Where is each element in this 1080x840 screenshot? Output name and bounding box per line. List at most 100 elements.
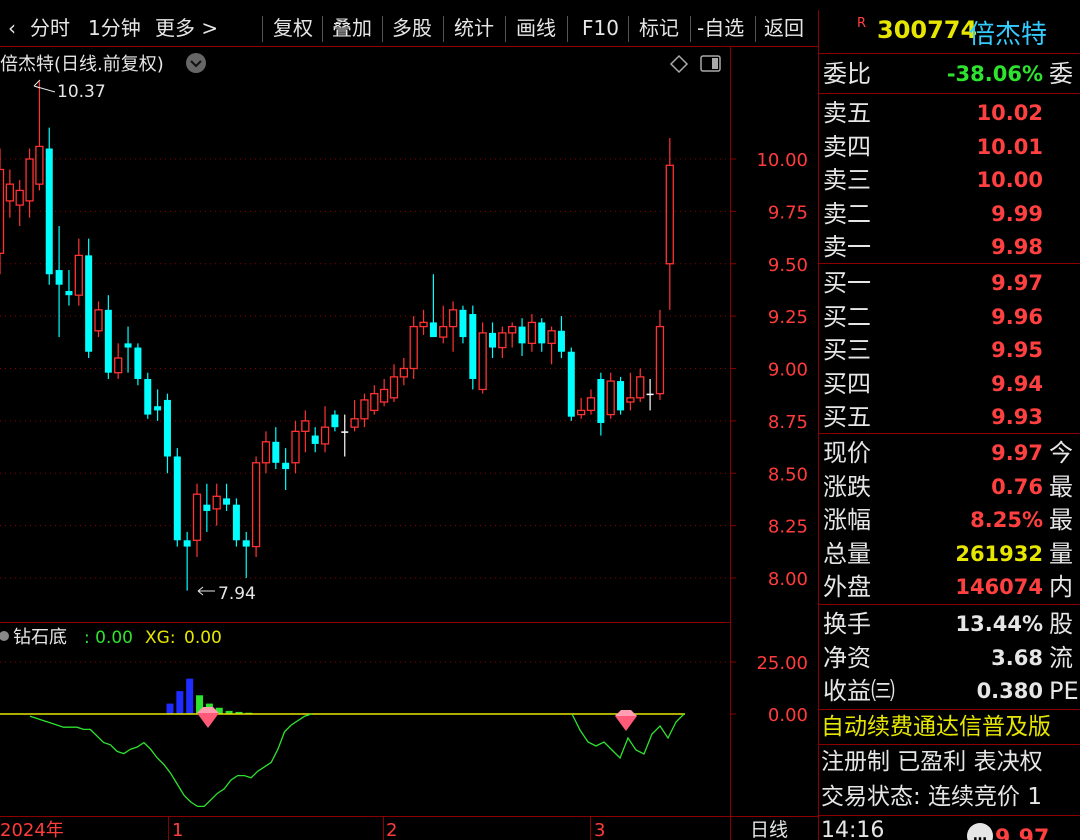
diamond-icon[interactable] bbox=[669, 54, 689, 74]
f10-button[interactable]: F10 bbox=[582, 10, 619, 46]
stat-row-label: 涨跌 bbox=[823, 472, 871, 501]
stat-row: 外盘 146074 内 bbox=[819, 570, 1080, 604]
indicator-gear-icon[interactable] bbox=[0, 631, 9, 641]
indicator-axis: 25.00 0.00 bbox=[730, 653, 808, 726]
tab-intraday[interactable]: 分时 bbox=[30, 10, 70, 46]
price-tick-label: 8.75 bbox=[768, 412, 808, 433]
candle-body-down bbox=[183, 540, 191, 547]
fin-row-extra: PE bbox=[1049, 677, 1079, 705]
ask-row-value: 10.00 bbox=[976, 168, 1043, 192]
indicator-bar bbox=[176, 691, 184, 714]
ask-row-value: 10.01 bbox=[976, 134, 1043, 159]
panel-divider bbox=[819, 815, 1080, 816]
quote-panel: R 300774 倍杰特 委比 -38.06% 委 卖五 10.02 卖四 10.01… bbox=[818, 10, 1080, 840]
toolbar-divider bbox=[567, 16, 568, 42]
stat-row-value: 0.76 bbox=[991, 474, 1043, 499]
candle-body-up bbox=[192, 493, 202, 541]
indicator-name: 钻石底 bbox=[13, 627, 67, 648]
high-price-label: 10.37 bbox=[57, 82, 106, 102]
candle-body-down bbox=[331, 414, 339, 428]
ask-row-label: 卖三 bbox=[823, 166, 871, 194]
candle-body-up bbox=[114, 357, 123, 374]
stat-row-extra: 量 bbox=[1049, 539, 1073, 568]
last-time: 14:16 bbox=[821, 818, 885, 840]
stat-row-extra: 最 bbox=[1049, 472, 1073, 501]
candle-body-down bbox=[311, 435, 319, 444]
ask-row: 卖五 10.02 bbox=[819, 96, 1080, 130]
chevron-left-icon[interactable]: ‹ bbox=[8, 10, 16, 46]
candle-body-down bbox=[617, 381, 625, 411]
back-button[interactable]: 返回 bbox=[764, 10, 804, 46]
candles bbox=[0, 81, 674, 591]
bid-row-value: 9.94 bbox=[991, 371, 1043, 396]
fin-row-label: 净资 bbox=[823, 643, 871, 672]
period-label[interactable]: 日线 bbox=[750, 819, 788, 840]
time-label-feb: 2 bbox=[386, 820, 397, 840]
candle-body-up bbox=[0, 168, 5, 254]
adjust-button[interactable]: 复权 bbox=[273, 10, 313, 46]
candle-body-up bbox=[547, 330, 556, 345]
stat-row-extra: 最 bbox=[1049, 506, 1073, 534]
kline-chart[interactable]: 倍杰特(日线.前复权) 10.009.759.509.259.008.758.5… bbox=[0, 46, 818, 840]
chat-bubble-icon[interactable]: … bbox=[967, 823, 993, 840]
candle-body-down bbox=[232, 504, 240, 541]
indicator-key-2: XG: bbox=[145, 628, 176, 648]
toolbar-divider bbox=[628, 16, 629, 42]
panel-divider bbox=[819, 53, 1080, 54]
time-label-mar: 3 bbox=[594, 820, 605, 840]
fin-row: 收益㈢ 0.380 PE bbox=[819, 674, 1080, 708]
remove-watchlist-button[interactable]: -自选 bbox=[697, 10, 744, 46]
candle-body-up bbox=[665, 164, 674, 265]
tab-1min[interactable]: 1分钟 bbox=[88, 10, 141, 46]
chevron-down-icon[interactable] bbox=[186, 53, 206, 73]
stat-row-label: 外盘 bbox=[823, 573, 871, 601]
ratio-value: -38.06% bbox=[946, 62, 1043, 86]
indicator-tick-label: 0.00 bbox=[768, 705, 808, 726]
statistics-button[interactable]: 统计 bbox=[454, 10, 494, 46]
candle-body-down bbox=[124, 343, 132, 348]
bid-row-label: 买三 bbox=[823, 336, 871, 364]
multi-stock-button[interactable]: 多股 bbox=[392, 10, 432, 46]
overlay-button[interactable]: 叠加 bbox=[332, 10, 372, 46]
stat-row: 涨幅 8.25% 最 bbox=[819, 503, 1080, 537]
candle-body-up bbox=[655, 325, 665, 395]
candle-body-down bbox=[272, 441, 280, 463]
stat-row-label: 涨幅 bbox=[823, 506, 871, 534]
ask-row: 卖三 10.00 bbox=[819, 163, 1080, 197]
candle-body-down bbox=[282, 462, 290, 470]
bid-row-label: 买四 bbox=[823, 369, 871, 398]
stat-row: 总量 261932 量 bbox=[819, 537, 1080, 571]
stat-row-label: 总量 bbox=[823, 539, 871, 568]
bid-row: 买五 9.93 bbox=[819, 400, 1080, 434]
price-tick-label: 8.00 bbox=[768, 569, 808, 590]
candle-body-down bbox=[163, 399, 171, 457]
candle-body-up bbox=[478, 332, 487, 391]
price-tick-label: 8.25 bbox=[768, 517, 808, 538]
ticker-text[interactable]: 自动续费通达信普及版 bbox=[821, 710, 1080, 744]
candle-body-up bbox=[291, 430, 300, 464]
top-toolbar: ‹ 分时 1分钟 更多 > 复权 叠加 多股 统计 画线 F10 标记 -自选 … bbox=[0, 10, 818, 46]
draw-line-button[interactable]: 画线 bbox=[516, 10, 556, 46]
candle-body-up bbox=[389, 376, 399, 399]
candle-body-up bbox=[94, 309, 103, 332]
fin-row-label: 换手 bbox=[823, 610, 871, 638]
candle-body-up bbox=[15, 189, 24, 206]
candle-body-up bbox=[74, 254, 83, 296]
mark-button[interactable]: 标记 bbox=[639, 10, 679, 46]
candle-body-down bbox=[134, 347, 142, 379]
stat-row-value: 146074 bbox=[955, 575, 1043, 599]
window-icon[interactable] bbox=[700, 55, 721, 72]
low-arrow bbox=[197, 586, 215, 596]
candle-body-up bbox=[419, 321, 428, 328]
candle-body-down bbox=[538, 322, 546, 344]
ask-row-value: 10.02 bbox=[976, 101, 1043, 125]
ask-row-label: 卖一 bbox=[823, 233, 871, 261]
bid-row: 买三 9.95 bbox=[819, 333, 1080, 367]
candle-body-up bbox=[577, 409, 586, 416]
indicator-value-2: 0.00 bbox=[184, 628, 222, 648]
candle-body-down bbox=[144, 378, 152, 415]
bid-row-value: 9.93 bbox=[991, 405, 1043, 429]
more-button[interactable]: 更多 > bbox=[155, 10, 218, 46]
stock-code: 300774 bbox=[877, 16, 978, 44]
price-tick-label: 9.75 bbox=[768, 202, 808, 223]
